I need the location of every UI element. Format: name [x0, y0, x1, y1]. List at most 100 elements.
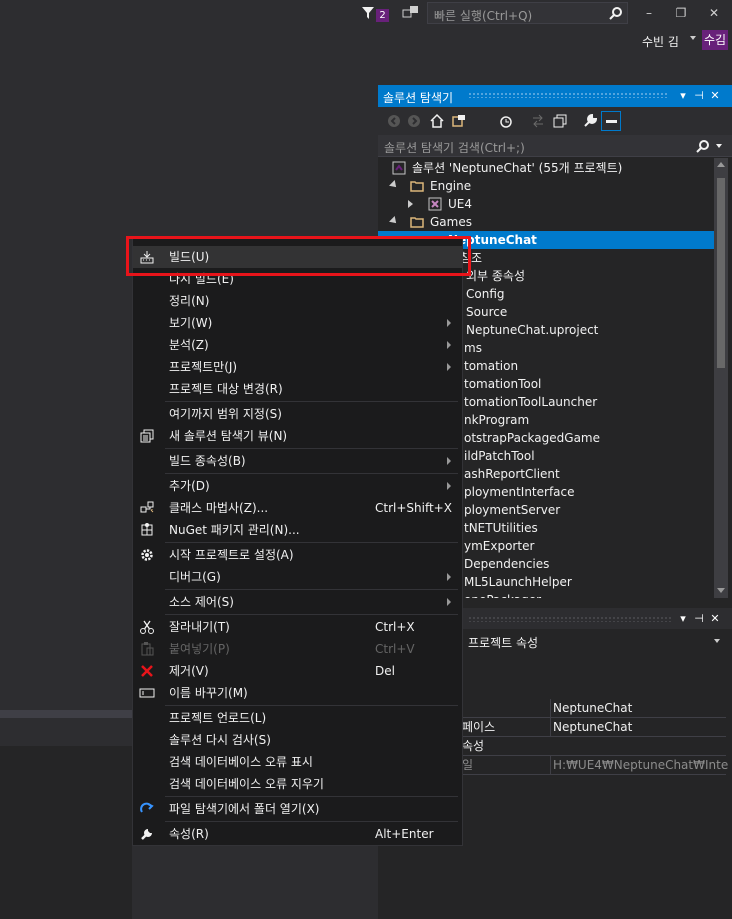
- expand-icon[interactable]: [389, 216, 399, 226]
- submenu-arrow-icon: [447, 482, 451, 490]
- menu-item-label: 여기까지 범위 지정(S): [169, 407, 282, 421]
- preview-selected-items-button[interactable]: [601, 111, 621, 131]
- pin-icon[interactable]: ⊣: [692, 88, 706, 104]
- tree-item-project[interactable]: UE4: [378, 195, 714, 213]
- wrench-icon[interactable]: [582, 113, 598, 129]
- menu-item-new-solution-explorer-view[interactable]: 새 솔루션 탐색기 뷰(N): [133, 425, 462, 447]
- chevron-down-icon[interactable]: [716, 144, 722, 148]
- back-icon[interactable]: [386, 113, 402, 129]
- menu-item-open-in-file-explorer[interactable]: 파일 탐색기에서 폴더 열기(X): [133, 798, 462, 820]
- property-value: NeptuneChat: [550, 718, 729, 736]
- tree-item-label: ildPatchTool: [464, 449, 535, 463]
- vertical-scrollbar[interactable]: [714, 158, 728, 598]
- menu-item-retarget-project[interactable]: 프로젝트 대상 변경(R): [133, 378, 462, 400]
- nuget-icon: [141, 523, 153, 536]
- filter-icon[interactable]: [361, 5, 375, 21]
- user-name[interactable]: 수빈 김: [642, 33, 679, 50]
- forward-icon[interactable]: [406, 113, 422, 129]
- close-icon[interactable]: ✕: [708, 88, 722, 104]
- tree-item-folder[interactable]: Games: [378, 213, 714, 231]
- close-button[interactable]: ✕: [702, 3, 726, 23]
- search-icon[interactable]: [696, 139, 710, 153]
- menu-item-remove[interactable]: 제거(V) Del: [133, 660, 462, 682]
- tree-item-label: ymExporter: [464, 539, 535, 553]
- tree-item-label: nkProgram: [464, 413, 530, 427]
- tree-item-solution[interactable]: 솔루션 'NeptuneChat' (55개 프로젝트): [378, 159, 714, 177]
- solution-search-input[interactable]: 솔루션 탐색기 검색(Ctrl+;): [378, 135, 732, 157]
- chevron-down-icon[interactable]: [714, 639, 720, 643]
- folder-icon: [410, 181, 424, 192]
- dropdown-icon[interactable]: ▾: [676, 88, 690, 104]
- project-icon: [428, 197, 442, 211]
- menu-item-label: 디버그(G): [169, 570, 221, 584]
- menu-item-shortcut: Del: [375, 664, 395, 678]
- quick-launch-placeholder: 빠른 실행(Ctrl+Q): [434, 9, 533, 23]
- expand-icon[interactable]: [389, 180, 399, 190]
- pending-changes-icon[interactable]: [498, 113, 514, 129]
- feedback-icon[interactable]: [402, 5, 420, 21]
- menu-item-rescan-solution[interactable]: 솔루션 다시 검사(S): [133, 729, 462, 751]
- menu-item-manage-nuget[interactable]: NuGet 패키지 관리(N)...: [133, 519, 462, 541]
- minimize-button[interactable]: –: [637, 3, 661, 23]
- submenu-arrow-icon: [447, 341, 451, 349]
- menu-separator: [165, 589, 458, 590]
- menu-item-clean[interactable]: 정리(N): [133, 290, 462, 312]
- menu-item-build-dependencies[interactable]: 빌드 종속성(B): [133, 450, 462, 472]
- tree-item-folder[interactable]: Engine: [378, 177, 714, 195]
- avatar[interactable]: 수김: [702, 30, 728, 50]
- menu-item-paste[interactable]: 붙여넣기(P) Ctrl+V: [133, 638, 462, 660]
- drag-grip[interactable]: [468, 92, 668, 98]
- drag-grip[interactable]: [468, 616, 673, 622]
- menu-item-scope-to-this[interactable]: 여기까지 범위 지정(S): [133, 403, 462, 425]
- menu-item-shortcut: Ctrl+Shift+X: [375, 501, 452, 515]
- bottom-left-panel: [0, 710, 132, 919]
- menu-item-unload-project[interactable]: 프로젝트 언로드(L): [133, 707, 462, 729]
- menu-item-cut[interactable]: 잘라내기(T) Ctrl+X: [133, 616, 462, 638]
- tree-item-label: tomation: [464, 359, 519, 373]
- menu-item-clear-db-errors[interactable]: 검색 데이터베이스 오류 지우기: [133, 773, 462, 795]
- search-icon[interactable]: [609, 6, 623, 20]
- menu-item-label: 소스 제어(S): [169, 595, 234, 609]
- scrollbar-thumb[interactable]: [717, 178, 725, 368]
- menu-item-rename[interactable]: 이름 바꾸기(M): [133, 682, 462, 704]
- close-icon[interactable]: ✕: [708, 611, 722, 627]
- menu-item-label: 검색 데이터베이스 오류 지우기: [169, 777, 324, 791]
- dropdown-icon[interactable]: ▾: [676, 611, 690, 627]
- menu-item-project-only[interactable]: 프로젝트만(J): [133, 356, 462, 378]
- quick-launch-input[interactable]: 빠른 실행(Ctrl+Q): [427, 2, 628, 24]
- menu-item-analyze[interactable]: 분석(Z): [133, 334, 462, 356]
- menu-item-set-startup-project[interactable]: 시작 프로젝트로 설정(A): [133, 544, 462, 566]
- submenu-arrow-icon: [447, 363, 451, 371]
- menu-item-label: 잘라내기(T): [169, 620, 230, 634]
- menu-item-properties[interactable]: 속성(R) Alt+Enter: [133, 823, 462, 845]
- title-bar: 2 빠른 실행(Ctrl+Q) – ❐ ✕: [0, 0, 732, 28]
- chevron-down-icon[interactable]: [690, 36, 696, 40]
- menu-item-show-db-errors[interactable]: 검색 데이터베이스 오류 표시: [133, 751, 462, 773]
- notification-badge[interactable]: 2: [376, 9, 389, 22]
- menu-item-debug[interactable]: 디버그(G): [133, 566, 462, 588]
- expand-icon[interactable]: [408, 200, 413, 208]
- menu-item-label: 프로젝트 언로드(L): [169, 711, 267, 725]
- collapse-all-icon[interactable]: [552, 113, 568, 129]
- gear-icon: [141, 549, 153, 561]
- switch-views-icon[interactable]: [451, 113, 467, 129]
- menu-item-label: 정리(N): [169, 294, 210, 308]
- sync-icon[interactable]: [530, 113, 546, 129]
- home-icon[interactable]: [429, 113, 445, 129]
- scroll-up-icon[interactable]: [717, 162, 725, 167]
- menu-item-source-control[interactable]: 소스 제어(S): [133, 591, 462, 613]
- restore-button[interactable]: ❐: [669, 3, 693, 23]
- menu-separator: [165, 401, 458, 402]
- tree-item-label: Engine: [430, 179, 472, 193]
- panel-splitter[interactable]: [0, 710, 132, 718]
- tree-item-label: otstrapPackagedGame: [464, 431, 600, 445]
- tree-item-label: Dependencies: [464, 557, 550, 571]
- tree-item-label: ashReportClient: [464, 467, 560, 481]
- menu-item-view[interactable]: 보기(W): [133, 312, 462, 334]
- solution-explorer-title-bar[interactable]: 솔루션 탐색기 ▾ ⊣ ✕: [378, 85, 732, 107]
- scroll-down-icon[interactable]: [717, 588, 725, 593]
- menu-item-class-wizard[interactable]: 클래스 마법사(Z)... Ctrl+Shift+X: [133, 497, 462, 519]
- menu-separator: [165, 821, 458, 822]
- pin-icon[interactable]: ⊣: [692, 611, 706, 627]
- menu-item-add[interactable]: 추가(D): [133, 475, 462, 497]
